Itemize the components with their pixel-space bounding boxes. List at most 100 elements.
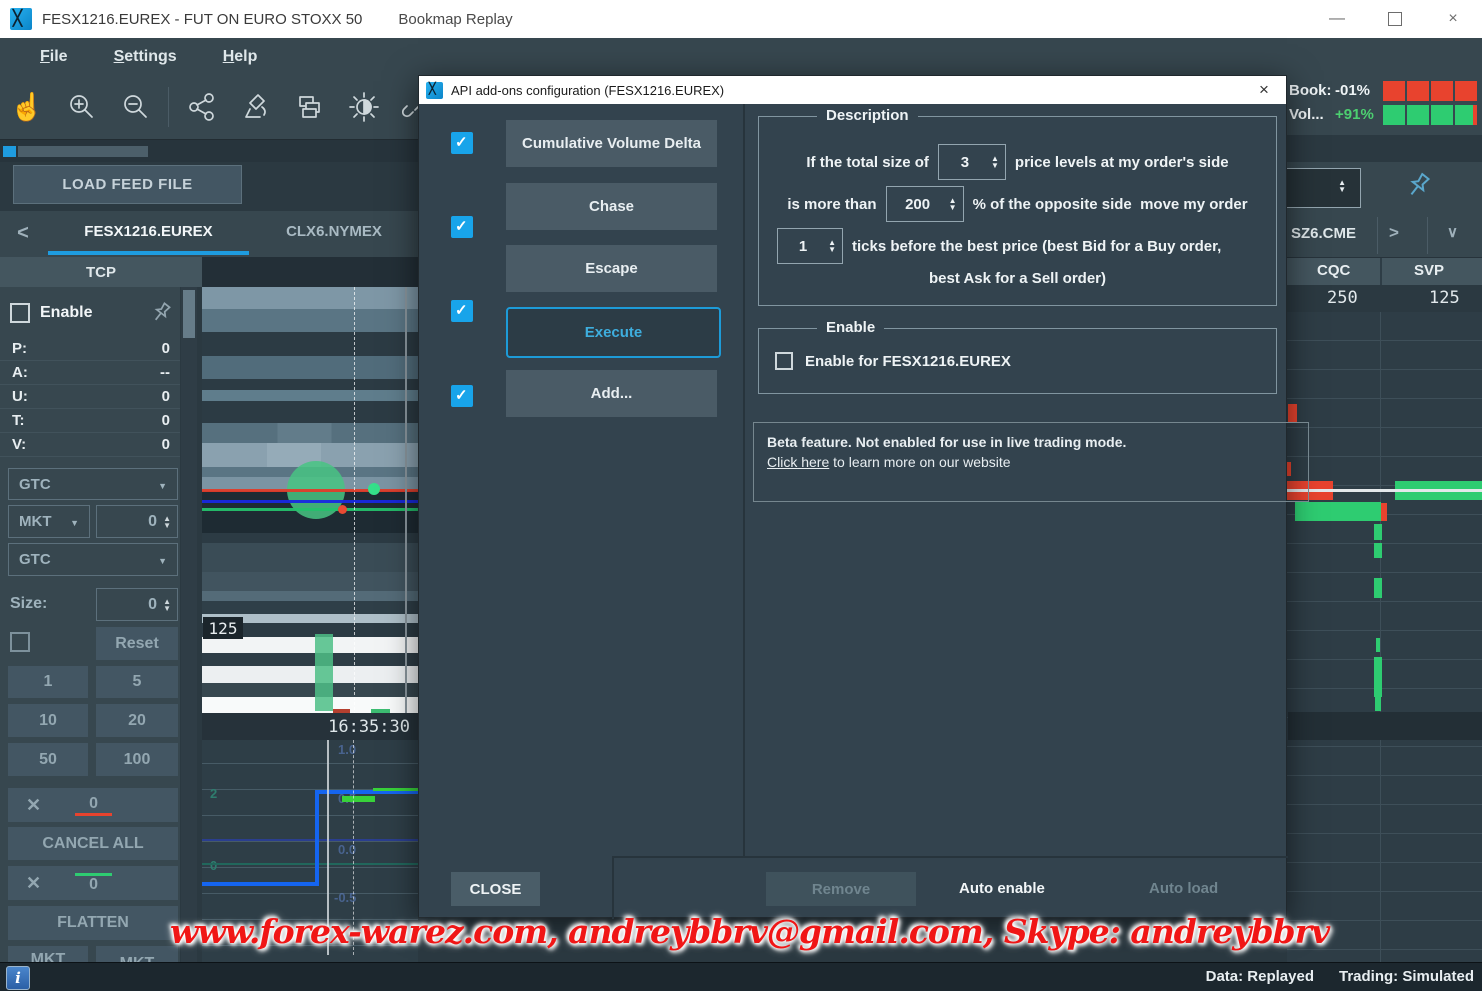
enable-instrument-checkbox[interactable]: [775, 352, 793, 370]
addon-button-escape[interactable]: Escape: [506, 245, 717, 292]
right-depth-table[interactable]: [1287, 312, 1482, 962]
depth-bar-red: [1288, 404, 1297, 423]
zoom-out-icon[interactable]: [108, 83, 162, 131]
chevron-down-icon[interactable]: ∨: [1447, 223, 1458, 241]
flatten-button[interactable]: FLATTEN: [8, 906, 178, 940]
close-button[interactable]: ×: [1424, 0, 1482, 38]
size-value: 0: [97, 596, 163, 614]
microscope-icon[interactable]: [229, 83, 283, 131]
menu-settings[interactable]: Settings: [114, 48, 177, 66]
size-stepper[interactable]: 0 ▲▼: [96, 588, 178, 621]
right-instrument-tab[interactable]: SZ6.CME > ∨: [1287, 213, 1482, 258]
percent-stepper[interactable]: 200 ▲▼: [886, 186, 964, 222]
watermark-text: www.forex-warez.com, andreybbrv@gmail.co…: [170, 912, 1329, 951]
cancel-buy-orders-button[interactable]: ✕ 0: [8, 866, 178, 900]
tif-select-bottom[interactable]: GTC: [8, 543, 178, 576]
bid-line: [202, 508, 418, 511]
time-axis: 16:35:30: [202, 713, 418, 740]
qty-button-1[interactable]: 1: [8, 666, 88, 698]
info-icon[interactable]: i: [6, 966, 30, 990]
addon-checkbox-chase[interactable]: [451, 216, 473, 238]
stat-label: U:: [12, 388, 28, 405]
vol-square: [1431, 105, 1453, 125]
stat-row: A: --: [0, 361, 180, 385]
chevron-down-icon: [158, 551, 167, 568]
addon-button-cvd[interactable]: Cumulative Volume Delta: [506, 120, 717, 167]
depth-table-footer-band: [1288, 712, 1482, 740]
maximize-button[interactable]: [1366, 0, 1424, 38]
share-icon[interactable]: [175, 83, 229, 131]
panel-scrollbar-handle[interactable]: [183, 290, 195, 338]
panel-scrollbar[interactable]: [181, 287, 197, 962]
scrollbar-handle[interactable]: [18, 146, 148, 157]
depth-bar-green: [1374, 543, 1382, 558]
cqc-value: 250: [1327, 288, 1358, 308]
right-scroll-strip: [1287, 135, 1482, 162]
lock-size-checkbox[interactable]: [10, 632, 30, 652]
close-dialog-button[interactable]: CLOSE: [451, 872, 540, 906]
cancel-all-button[interactable]: CANCEL ALL: [8, 827, 178, 860]
addon-checkbox-execute[interactable]: [451, 385, 473, 407]
addon-button-execute[interactable]: Execute: [506, 307, 721, 358]
cancel-sell-orders-button[interactable]: ✕ 0: [8, 788, 178, 822]
addon-checkbox-cvd[interactable]: [451, 132, 473, 154]
dialog-divider-horizontal: [612, 856, 1288, 858]
stepper-arrows-icon[interactable]: ▲▼: [163, 598, 177, 612]
partial-button-right[interactable]: MKT: [96, 946, 178, 962]
load-feed-file-button[interactable]: LOAD FEED FILE: [13, 165, 242, 204]
stepper-arrows-icon[interactable]: ▲▼: [991, 155, 1005, 169]
brightness-contrast-icon[interactable]: [337, 83, 391, 131]
book-square: [1455, 81, 1477, 101]
order-qty-stepper[interactable]: 0 ▲▼: [96, 505, 178, 538]
description-group: Description If the total size of 3 ▲▼ pr…: [758, 116, 1277, 306]
stepper-arrows-icon[interactable]: ▲▼: [949, 197, 963, 211]
depth-bar-green: [1376, 638, 1380, 652]
scrollbar-handle-blue[interactable]: [3, 146, 16, 157]
book-square: [1407, 81, 1429, 101]
minimize-button[interactable]: —: [1308, 0, 1366, 38]
chevron-right-icon[interactable]: >: [1389, 223, 1399, 243]
tif-select-top[interactable]: GTC: [8, 468, 178, 500]
qty-button-5[interactable]: 5: [96, 666, 178, 698]
qty-button-50[interactable]: 50: [8, 743, 88, 776]
ticks-stepper[interactable]: 1 ▲▼: [777, 228, 843, 264]
enable-trading-checkbox[interactable]: [10, 303, 30, 323]
stepper-arrows-icon[interactable]: ▲▼: [163, 515, 177, 529]
dialog-close-icon[interactable]: ×: [1252, 78, 1276, 102]
remove-button[interactable]: Remove: [766, 872, 916, 906]
windows-cascade-icon[interactable]: [283, 83, 337, 131]
stepper-arrows-icon[interactable]: ▲▼: [828, 239, 842, 253]
qty-button-100[interactable]: 100: [96, 743, 178, 776]
add-addon-button[interactable]: Add...: [506, 370, 717, 417]
qty-button-20[interactable]: 20: [96, 704, 178, 737]
green-marker-line: [373, 788, 418, 791]
menu-help[interactable]: Help: [223, 48, 258, 66]
depth-bar-green: [1374, 578, 1382, 598]
tab-fesx1216-eurex[interactable]: FESX1216.EUREX: [48, 211, 249, 251]
beta-link[interactable]: Click here: [767, 454, 829, 470]
addon-button-chase[interactable]: Chase: [506, 183, 717, 230]
menu-file[interactable]: File: [40, 48, 68, 66]
tcp-header: TCP: [0, 257, 202, 287]
pin-icon[interactable]: [143, 295, 179, 331]
addon-checkbox-escape[interactable]: [451, 300, 473, 322]
pin-icon-blue[interactable]: [1396, 164, 1441, 209]
qty-button-10[interactable]: 10: [8, 704, 88, 737]
right-stepper[interactable]: ▲▼: [1275, 168, 1361, 208]
tabs-scroll-left-icon[interactable]: <: [8, 218, 38, 248]
tab-clx6-nymex[interactable]: CLX6.NYMEX: [250, 211, 418, 251]
stepper-arrows-icon[interactable]: ▲▼: [1338, 179, 1352, 193]
hand-tool-icon[interactable]: ☝: [0, 83, 54, 131]
order-type-select[interactable]: MKT: [8, 505, 90, 538]
depth-bar-green: [1374, 657, 1382, 697]
price-levels-stepper[interactable]: 3 ▲▼: [938, 144, 1006, 180]
heatmap-chart[interactable]: [202, 287, 418, 735]
desc-text: price levels at my order's side: [1015, 154, 1229, 171]
partial-button-left[interactable]: MKT: [8, 946, 88, 962]
zoom-in-icon[interactable]: [54, 83, 108, 131]
column-header-cqc: CQC: [1317, 262, 1350, 279]
vol-square: [1383, 105, 1405, 125]
chevron-down-icon: [70, 513, 79, 530]
teal-line: [202, 863, 418, 865]
reset-button[interactable]: Reset: [96, 627, 178, 660]
